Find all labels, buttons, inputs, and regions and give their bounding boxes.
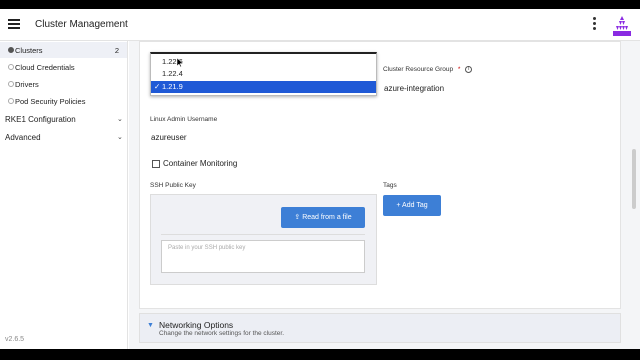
page-title: Cluster Management: [35, 19, 128, 30]
circle-icon: [8, 98, 14, 104]
sidebar-group-rke1-configuration[interactable]: RKE1 Configuration ⌄: [5, 115, 123, 124]
plus-icon: +: [396, 202, 401, 209]
dropdown-option[interactable]: 1.22.6: [151, 56, 376, 68]
top-header: Cluster Management: [0, 9, 640, 41]
menu-icon[interactable]: [8, 19, 20, 29]
chevron-down-icon: ⌄: [117, 134, 123, 141]
container-monitoring-checkbox[interactable]: [152, 160, 160, 168]
version-label: v2.6.5: [5, 336, 25, 343]
ssh-key-label: SSH Public Key: [150, 182, 196, 189]
networking-options-subtitle: Change the network settings for the clus…: [159, 330, 285, 337]
circle-icon: [8, 64, 14, 70]
page-scrollbar[interactable]: [632, 149, 636, 209]
add-tag-button[interactable]: + Add Tag: [383, 195, 441, 216]
ssh-key-textarea[interactable]: Paste in your SSH public key: [161, 240, 365, 273]
sidebar-item-label: Pod Security Policies: [15, 97, 86, 106]
read-from-file-label: Read from a file: [302, 214, 352, 221]
sidebar-item-clusters[interactable]: Clusters 2: [0, 42, 127, 58]
sidebar-item-drivers[interactable]: Drivers: [0, 76, 127, 92]
add-tag-label: Add Tag: [402, 202, 428, 209]
sidebar-item-cloud-credentials[interactable]: Cloud Credentials: [0, 59, 127, 75]
info-icon[interactable]: i: [465, 66, 473, 73]
sidebar-group-label: Advanced: [5, 133, 41, 142]
chevron-down-icon: ⌄: [117, 116, 123, 123]
container-monitoring-label: Container Monitoring: [163, 159, 238, 168]
networking-options-title: Networking Options: [159, 320, 234, 330]
resource-group-input[interactable]: azure-integration: [384, 84, 444, 93]
upload-icon: ⇪: [294, 214, 301, 221]
sidebar-group-advanced[interactable]: Advanced ⌄: [5, 133, 123, 142]
admin-username-label: Linux Admin Username: [150, 116, 218, 123]
resource-group-label-text: Cluster Resource Group: [383, 66, 454, 74]
kubernetes-version-dropdown[interactable]: 1.22.6 1.22.4 ✓ 1.21.9: [150, 52, 377, 96]
sidebar-group-label: RKE1 Configuration: [5, 115, 76, 124]
more-options-icon[interactable]: [590, 17, 598, 31]
tags-label: Tags: [383, 182, 397, 189]
checkmark-icon: ✓: [154, 82, 161, 91]
sidebar-item-pod-security-policies[interactable]: Pod Security Policies: [0, 93, 127, 109]
required-marker: *: [457, 66, 461, 74]
sidebar-item-label: Clusters: [15, 46, 43, 55]
resource-group-label: Cluster Resource Group * i: [383, 66, 473, 74]
divider: [161, 234, 365, 235]
sidebar: Clusters 2 Cloud Credentials Drivers Pod…: [0, 41, 128, 349]
dropdown-option[interactable]: 1.22.4: [151, 68, 376, 80]
mouse-cursor-icon: [177, 58, 183, 67]
expand-triangle-icon[interactable]: ▼: [147, 322, 154, 329]
sidebar-item-label: Drivers: [15, 80, 39, 89]
sidebar-item-label: Cloud Credentials: [15, 63, 75, 72]
read-from-file-button[interactable]: ⇪ Read from a file: [281, 207, 365, 228]
admin-username-input[interactable]: azureuser: [151, 133, 187, 142]
circle-icon: [8, 81, 14, 87]
dropdown-option-selected[interactable]: ✓ 1.21.9: [151, 81, 376, 93]
rancher-logo-icon[interactable]: [610, 14, 634, 38]
dropdown-option-label: 1.21.9: [162, 82, 183, 91]
count-badge: 2: [114, 46, 119, 55]
circle-icon: [8, 47, 14, 53]
